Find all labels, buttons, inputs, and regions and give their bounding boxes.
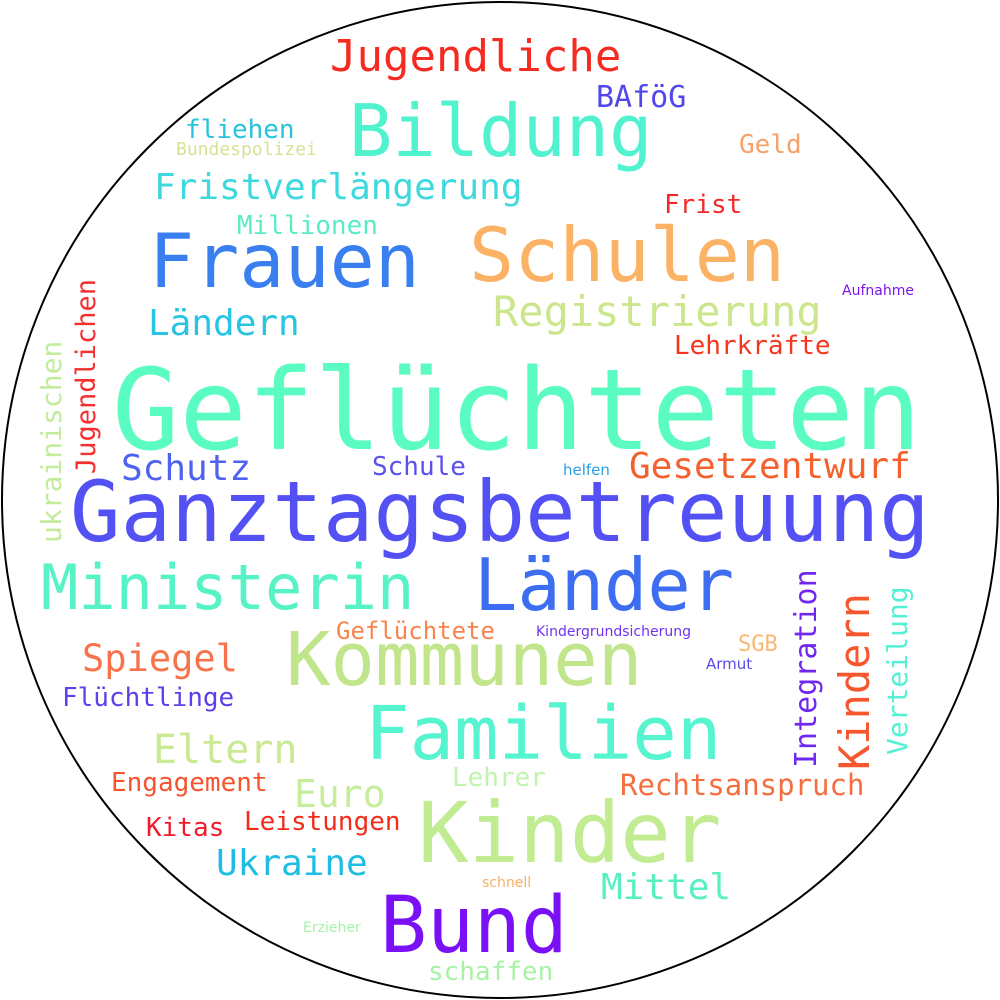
word-engagement: Engagement [111, 768, 268, 798]
word-laender: Länder [474, 543, 735, 627]
word-ukraine: Ukraine [216, 843, 368, 884]
word-schule: Schule [372, 452, 466, 482]
word-millionen: Millionen [237, 211, 378, 241]
word-integration: Integration [789, 569, 824, 768]
word-rechtsanspruch: Rechtsanspruch [620, 768, 865, 802]
word-verteilung: Verteilung [881, 586, 914, 755]
word-spiegel: Spiegel [82, 637, 238, 680]
word-eltern: Eltern [153, 727, 298, 773]
word-kindergrundsicherung: Kindergrundsicherung [536, 624, 691, 640]
word-kindern: Kindern [830, 592, 879, 770]
word-erzieher: Erzieher [303, 920, 361, 936]
word-ministerin: Ministerin [41, 551, 415, 624]
word-gefluechtete: Geflüchtete [336, 617, 495, 645]
word-lehrkraefte: Lehrkräfte [674, 331, 831, 361]
word-schutz: Schutz [121, 448, 252, 489]
word-leistungen: Leistungen [244, 807, 401, 837]
word-mittel: Mittel [601, 867, 732, 908]
word-kinder: Kinder [418, 784, 722, 882]
word-helfen: helfen [563, 461, 610, 479]
word-lehrer: Lehrer [452, 763, 546, 793]
word-frist: Frist [664, 190, 743, 220]
word-geld: Geld [739, 130, 802, 160]
word-bund: Bund [380, 881, 568, 971]
word-armut: Armut [706, 655, 753, 673]
word-ukrainischen: ukrainischen [35, 340, 68, 543]
word-schulen: Schulen [469, 211, 786, 299]
word-fristverlaengerung: Fristverlängerung [154, 167, 523, 208]
word-fluechtlinge: Flüchtlinge [62, 683, 235, 713]
word-bafoeg: BAföG [596, 80, 687, 115]
word-kitas: Kitas [146, 813, 225, 843]
word-gesetzentwurf: Gesetzentwurf [629, 446, 911, 487]
word-jugendlichen: Jugendlichen [71, 278, 102, 474]
word-aufnahme: Aufnahme [842, 283, 914, 299]
word-cloud: Geflüchteten Ganztagsbetreuung Kinder Ko… [0, 0, 1000, 1000]
word-sgb: SGB [738, 632, 778, 657]
word-schnell: schnell [482, 875, 532, 891]
word-jugendliche: Jugendliche [330, 31, 622, 82]
word-laendern: Ländern [148, 303, 300, 344]
word-familien: Familien [365, 691, 722, 777]
word-schaffen: schaffen [428, 957, 554, 987]
word-bundespolizei: Bundespolizei [176, 139, 317, 160]
word-registrierung: Registrierung [493, 287, 822, 336]
